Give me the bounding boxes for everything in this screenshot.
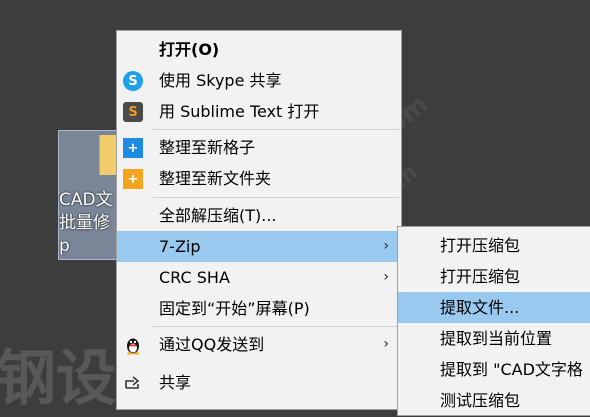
menu-item-share[interactable]: 共享 [117, 367, 401, 398]
chevron-right-icon: › [383, 269, 389, 285]
submenu-item-label: 提取到 "CAD文字格 [440, 360, 583, 379]
menu-item-open[interactable]: 打开(O) [117, 34, 401, 65]
menu-item-label: 共享 [159, 373, 192, 392]
submenu-item-open-archive[interactable]: 打开压缩包 [398, 230, 590, 261]
menu-separator [153, 129, 399, 130]
desktop-folder-item[interactable]: CAD文 批量修 p [58, 130, 122, 260]
submenu-item-label: 提取文件... [440, 298, 520, 317]
blue-plus-icon: + [123, 138, 143, 158]
sublime-text-icon: S [123, 102, 143, 122]
menu-item-label: 整理至新文件夹 [159, 169, 272, 188]
menu-item-extract-all[interactable]: 全部解压缩(T)... [117, 200, 401, 231]
menu-item-label: CRC SHA [159, 268, 230, 287]
menu-item-qq-send[interactable]: 通过QQ发送到 › [117, 329, 401, 360]
7zip-submenu: 打开压缩包 打开压缩包 提取文件... 提取到当前位置 提取到 "CAD文字格 … [397, 226, 590, 416]
menu-item-label: 通过QQ发送到 [159, 335, 265, 354]
menu-separator [153, 326, 399, 327]
menu-item-label: 7-Zip [159, 237, 201, 256]
submenu-item-extract-here[interactable]: 提取到当前位置 [398, 323, 590, 354]
menu-item-label: 打开(O) [159, 40, 220, 59]
menu-item-label: 全部解压缩(T)... [159, 206, 277, 225]
menu-item-label: 使用 Skype 共享 [159, 71, 282, 90]
menu-item-label: 固定到“开始”屏幕(P) [159, 299, 310, 318]
submenu-item-label: 打开压缩包 [440, 236, 521, 255]
context-menu: 打开(O) S 使用 Skype 共享 S 用 Sublime Text 打开 … [116, 30, 402, 410]
menu-separator [153, 197, 399, 198]
watermark-big: 钢设 [0, 344, 116, 414]
chevron-right-icon: › [383, 238, 389, 254]
submenu-item-label: 提取到当前位置 [440, 329, 553, 348]
submenu-item-open-archive-2[interactable]: 打开压缩包 [398, 261, 590, 292]
menu-item-7zip[interactable]: 7-Zip › [117, 231, 401, 262]
submenu-item-extract-files[interactable]: 提取文件... [398, 292, 590, 323]
menu-item-sublime-open[interactable]: S 用 Sublime Text 打开 [117, 96, 401, 127]
submenu-item-extract-to-folder[interactable]: 提取到 "CAD文字格 [398, 354, 590, 385]
menu-item-label: 用 Sublime Text 打开 [159, 102, 320, 121]
skype-icon: S [123, 71, 143, 91]
share-icon [123, 373, 143, 393]
menu-item-new-grid[interactable]: + 整理至新格子 [117, 132, 401, 163]
orange-plus-icon: + [123, 169, 143, 189]
submenu-item-label: 打开压缩包 [440, 267, 521, 286]
menu-item-label: 整理至新格子 [159, 138, 256, 157]
menu-item-crc-sha[interactable]: CRC SHA › [117, 262, 401, 293]
menu-item-skype-share[interactable]: S 使用 Skype 共享 [117, 65, 401, 96]
menu-item-pin-start[interactable]: 固定到“开始”屏幕(P) [117, 293, 401, 324]
menu-item-new-folder[interactable]: + 整理至新文件夹 [117, 163, 401, 194]
qq-penguin-icon [123, 335, 143, 355]
chevron-right-icon: › [383, 336, 389, 352]
